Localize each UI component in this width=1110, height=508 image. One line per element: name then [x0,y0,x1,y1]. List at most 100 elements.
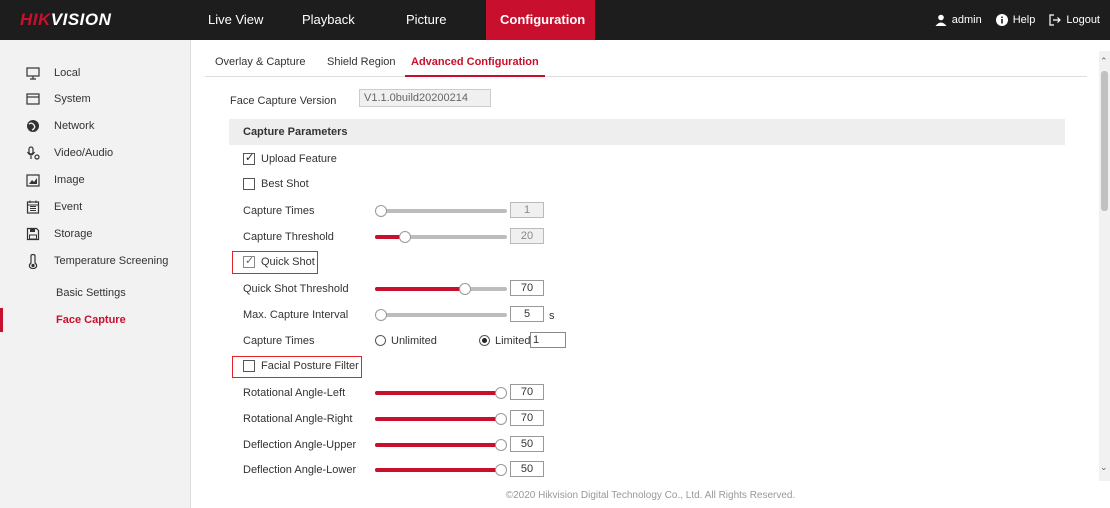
vertical-scrollbar[interactable] [1099,51,1110,481]
tab-advanced-configuration[interactable]: Advanced Configuration [405,50,545,77]
nav-playback[interactable]: Playback [288,0,392,40]
best-shot-checkbox[interactable] [243,178,255,190]
tab-overlay-capture[interactable]: Overlay & Capture [215,50,305,77]
quick-shot-threshold-slider[interactable] [375,283,507,295]
section-title: Capture Parameters [243,126,348,138]
user-area: admin Help Logout [921,0,1100,40]
hikvision-logo: HIKVISION [20,10,112,29]
sidebar-item-local[interactable]: Local [0,60,190,86]
capture-threshold-slider[interactable] [375,231,507,243]
logout-label: Logout [1066,14,1100,26]
slider-handle[interactable] [375,205,387,217]
facial-posture-filter-row: Facial Posture Filter [205,357,605,377]
deflection-lower-slider[interactable] [375,464,507,476]
sidebar-item-event[interactable]: Event [0,194,190,220]
sidebar-subitem-basic-settings[interactable]: Basic Settings [0,281,190,305]
sidebar-item-temperature-screening[interactable]: Temperature Screening [0,248,190,274]
capture-times-slider[interactable] [375,205,507,217]
slider-handle[interactable] [459,283,471,295]
deflection-lower-row: Deflection Angle-Lower 50 [205,460,605,480]
capture-times-value: 1 [510,202,544,218]
rotational-right-value[interactable]: 70 [510,410,544,426]
help-link[interactable]: Help [995,14,1036,26]
version-field: V1.1.0build20200214 [359,89,491,107]
limited-count-input[interactable]: 1 [530,332,566,348]
upload-feature-checkbox[interactable] [243,151,255,165]
version-row: Face Capture Version V1.1.0build20200214 [205,89,605,111]
sidebar-item-label: System [54,93,91,105]
scroll-down-arrow-icon[interactable]: ⌄ [1100,462,1108,473]
slider-fill [375,391,501,395]
scroll-up-arrow-icon[interactable]: ⌃ [1100,56,1108,67]
sidebar-item-video-audio[interactable]: Video/Audio [0,140,190,166]
main-nav: Live View Playback Picture Configuration [194,0,595,40]
help-label: Help [1012,14,1036,26]
sidebar-item-system[interactable]: System [0,86,190,112]
logout-link[interactable]: Logout [1049,14,1100,26]
deflection-upper-label: Deflection Angle-Upper [243,439,357,451]
upload-feature-label: Upload Feature [261,153,337,165]
slider-handle[interactable] [495,439,507,451]
sidebar-item-label: Network [54,120,95,132]
slider-handle[interactable] [495,387,507,399]
deflection-upper-value[interactable]: 50 [510,436,544,452]
top-bar: HIKVISION Live View Playback Picture Con… [0,0,1110,40]
rotational-left-value[interactable]: 70 [510,384,544,400]
sidebar-item-label: Image [54,174,85,186]
facial-posture-filter-checkbox[interactable] [243,360,255,372]
deflection-upper-slider[interactable] [375,439,507,451]
slider-track [375,209,507,213]
thermometer-icon [26,253,40,269]
quick-shot-checkbox[interactable] [243,254,255,268]
slider-handle[interactable] [399,231,411,243]
tab-shield-region[interactable]: Shield Region [327,50,396,77]
rotational-right-slider[interactable] [375,413,507,425]
username: admin [951,14,982,26]
sidebar-item-image[interactable]: Image [0,167,190,193]
unlimited-radio[interactable] [375,335,386,346]
quick-shot-row: Quick Shot [205,253,605,273]
limited-radio[interactable] [479,335,490,346]
capture-threshold-row: Capture Threshold 20 [205,227,605,247]
globe-icon [26,119,40,133]
slider-handle[interactable] [495,413,507,425]
copyright-footer: ©2020 Hikvision Digital Technology Co., … [505,490,796,501]
slider-handle[interactable] [375,309,387,321]
microphone-icon [26,146,40,160]
slider-fill [375,287,465,291]
quick-shot-threshold-row: Quick Shot Threshold 70 [205,279,605,299]
slider-handle[interactable] [495,464,507,476]
rotational-left-slider[interactable] [375,387,507,399]
rotational-right-row: Rotational Angle-Right 70 [205,409,605,429]
slider-fill [375,443,501,447]
capture-times-mode-label: Capture Times [243,335,315,347]
main-content: Overlay & Capture Shield Region Advanced… [205,40,1095,480]
image-icon [26,173,40,187]
capture-parameters-header: Capture Parameters [229,119,1065,145]
info-icon [995,14,1008,26]
unlimited-label: Unlimited [391,335,437,347]
nav-picture[interactable]: Picture [392,0,486,40]
limited-label: Limited [495,335,531,347]
slider-fill [375,417,501,421]
scrollbar-thumb[interactable] [1101,71,1108,211]
deflection-lower-value[interactable]: 50 [510,461,544,477]
max-capture-interval-slider[interactable] [375,309,507,321]
user-icon [935,14,947,26]
facial-posture-filter-label: Facial Posture Filter [261,360,359,372]
sidebar-item-label: Storage [54,228,93,240]
sidebar-item-label: Temperature Screening [54,255,169,267]
rotational-left-label: Rotational Angle-Left [243,387,346,399]
floppy-disk-icon [26,227,40,241]
max-capture-interval-value[interactable]: 5 [510,306,544,322]
sidebar-item-storage[interactable]: Storage [0,221,190,247]
monitor-icon [26,66,40,80]
slider-track [375,313,507,317]
sidebar-item-network[interactable]: Network [0,113,190,139]
nav-live-view[interactable]: Live View [194,0,288,40]
sidebar-subitem-face-capture[interactable]: Face Capture [0,308,190,332]
deflection-upper-row: Deflection Angle-Upper 50 [205,435,605,455]
user-menu[interactable]: admin [935,14,982,26]
nav-configuration[interactable]: Configuration [486,0,595,40]
quick-shot-threshold-value[interactable]: 70 [510,280,544,296]
